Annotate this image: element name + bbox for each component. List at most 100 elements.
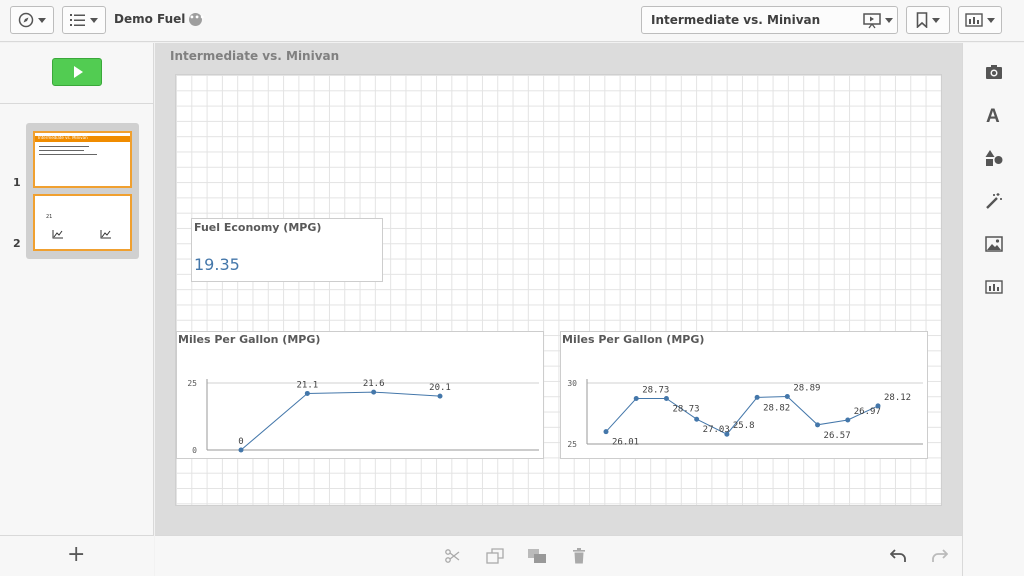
sheet-list-button[interactable] <box>62 6 106 34</box>
redo-button[interactable] <box>930 546 950 566</box>
slide-thumbnail-2[interactable]: 21 <box>33 194 132 251</box>
story-workspace: Intermediate vs. Minivan Fuel Economy (M… <box>155 43 962 535</box>
data-point <box>633 395 639 401</box>
line-chart-2: 3025 26.0128.7328.7327.03 25.828.8228.8926… <box>567 379 923 449</box>
presentation-icon <box>863 13 881 29</box>
story-chart-button[interactable] <box>958 6 1002 34</box>
insert-shape-button[interactable] <box>983 147 1005 169</box>
trash-icon <box>573 548 585 564</box>
data-point <box>815 422 821 428</box>
bookmarks-button[interactable] <box>906 6 950 34</box>
data-label: 25.8 <box>733 421 755 431</box>
data-point <box>754 394 760 400</box>
kpi-title: Fuel Economy (MPG) <box>194 221 322 234</box>
text-icon: A <box>986 106 1000 124</box>
slide-number: 2 <box>13 237 21 250</box>
undo-button[interactable] <box>888 546 908 566</box>
thumbnail-text-line <box>39 150 84 151</box>
insert-toolbar: A <box>962 43 1024 576</box>
data-label: 26.97 <box>854 407 881 417</box>
play-story-button[interactable] <box>52 58 102 86</box>
data-point <box>845 417 851 423</box>
data-point <box>238 447 244 453</box>
shapes-icon <box>985 150 1003 166</box>
app-title[interactable]: Demo Fuel ••• <box>114 12 205 26</box>
data-label: 0 <box>238 437 243 447</box>
bookmark-icon <box>916 12 928 28</box>
magic-wand-icon <box>986 193 1002 209</box>
data-point <box>724 431 730 437</box>
y-tick-label: 25 <box>567 440 577 449</box>
more-options-icon[interactable]: ••• <box>189 12 205 26</box>
insert-text-button[interactable]: A <box>983 104 1005 126</box>
redo-icon <box>932 549 948 562</box>
camera-icon <box>986 65 1002 79</box>
duplicate-button[interactable] <box>527 546 547 566</box>
svg-text:A: A <box>986 106 1000 124</box>
chevron-down-icon <box>38 17 46 23</box>
bottom-toolbar <box>155 535 962 576</box>
data-point <box>371 389 377 395</box>
data-label: 28.12 <box>884 393 911 403</box>
data-label: 20.1 <box>429 383 451 393</box>
cut-button[interactable] <box>442 546 462 566</box>
thumbnail-title: Intermediate vs. Minivan <box>38 135 88 140</box>
data-label: 28.89 <box>793 384 820 394</box>
data-label: 28.73 <box>672 404 699 414</box>
series-line <box>240 391 441 451</box>
top-toolbar: Demo Fuel ••• Intermediate vs. Minivan <box>0 0 1024 42</box>
slides-panel: 1 Intermediate vs. Minivan 2 21 <box>0 43 154 576</box>
list-icon <box>70 14 85 26</box>
thumbnail-title-bar: Intermediate vs. Minivan <box>35 135 130 142</box>
current-sheet-dropdown[interactable]: Intermediate vs. Minivan <box>641 6 898 34</box>
copy-button[interactable] <box>485 546 505 566</box>
chevron-down-icon <box>885 18 893 23</box>
navigation-menu-button[interactable] <box>10 6 54 34</box>
data-point <box>784 394 790 400</box>
data-point <box>694 416 700 422</box>
line-chart-snapshot-1[interactable]: Miles Per Gallon (MPG) 25 0 0 21.1 21.6 20.1 <box>176 331 544 459</box>
data-label: 26.01 <box>612 438 639 448</box>
image-icon <box>985 236 1003 252</box>
data-label: 21.1 <box>296 380 318 390</box>
divider <box>0 103 153 104</box>
data-point <box>875 403 881 409</box>
thumbnail-text-line <box>39 154 97 155</box>
slide-canvas[interactable]: Fuel Economy (MPG) 19.35 Miles Per Gallo… <box>175 74 942 506</box>
thumbnail-text-line <box>39 146 89 147</box>
insert-sheet-button[interactable] <box>983 276 1005 298</box>
line-chart-snapshot-2[interactable]: Miles Per Gallon (MPG) 30 25 26.01 28.73 28.… <box>560 331 928 459</box>
insert-effect-button[interactable] <box>983 190 1005 212</box>
y-tick-label: 30 <box>567 379 577 388</box>
snapshot-button[interactable] <box>983 61 1005 83</box>
line-chart-icon <box>100 230 111 239</box>
insert-image-button[interactable] <box>983 233 1005 255</box>
sheet-title: Intermediate vs. Minivan <box>170 49 340 63</box>
undo-icon <box>890 549 906 562</box>
data-point <box>603 429 609 435</box>
data-point <box>437 393 443 399</box>
delete-button[interactable] <box>569 546 589 566</box>
data-point <box>304 390 310 396</box>
slide-number: 1 <box>13 176 21 189</box>
data-point <box>663 395 669 401</box>
data-label: 26.57 <box>824 431 851 441</box>
kpi-snapshot[interactable]: Fuel Economy (MPG) 19.35 <box>191 218 383 282</box>
scissors-icon <box>445 549 460 563</box>
current-sheet-label: Intermediate vs. Minivan <box>651 13 821 27</box>
copy-icon <box>486 548 504 564</box>
embed-chart-icon <box>985 280 1003 294</box>
y-tick-label: 0 <box>192 446 197 455</box>
thumbnail-kpi: 21 <box>46 214 53 220</box>
chevron-down-icon <box>932 17 940 23</box>
y-tick-label: 25 <box>187 379 197 388</box>
compass-icon <box>18 12 34 28</box>
play-icon <box>73 66 83 78</box>
add-slide-icon[interactable]: + <box>67 544 85 566</box>
line-chart-1: 25 0 0 21.1 21.6 20.1 <box>187 379 539 455</box>
data-label: 21.6 <box>363 379 385 389</box>
data-label: 28.73 <box>642 385 669 395</box>
duplicate-icon <box>528 549 546 563</box>
add-slide-area: + <box>0 535 154 576</box>
slide-thumbnail-1[interactable]: Intermediate vs. Minivan <box>33 131 132 188</box>
